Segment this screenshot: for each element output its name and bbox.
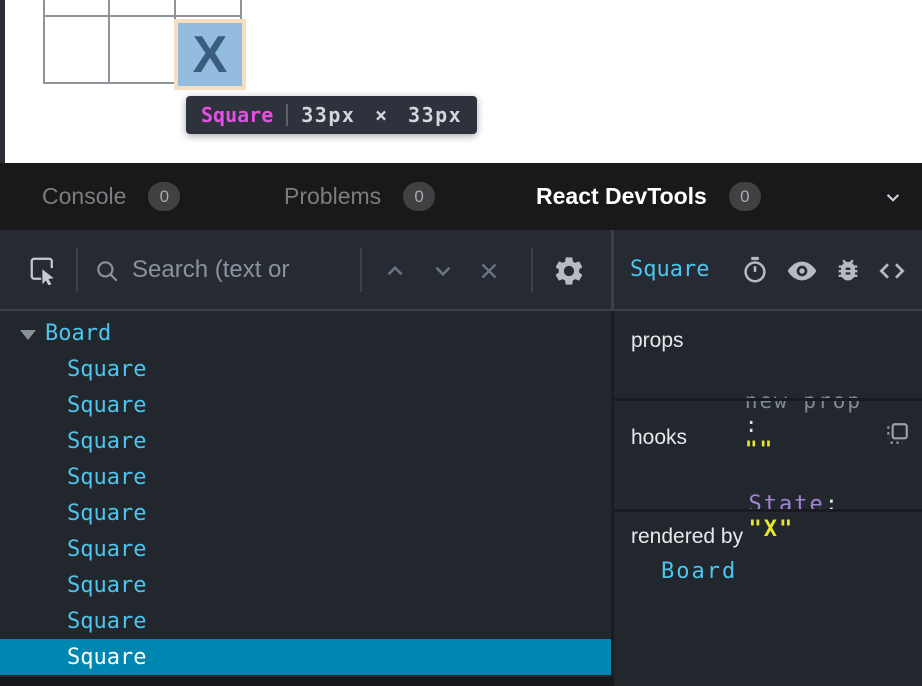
tooltip-divider [286, 104, 288, 126]
prop-colon: : [745, 413, 760, 437]
tree-item-label: Square [67, 645, 146, 670]
tab-problems[interactable]: Problems 0 [284, 163, 435, 230]
devtools-window: X Square 33px × 33px Console 0 Problems … [0, 0, 922, 686]
grid-line [43, 15, 242, 17]
react-devtools-toolbar: Square [0, 230, 922, 311]
suspend-stopwatch-icon[interactable] [740, 255, 770, 290]
view-source-code-icon[interactable] [876, 255, 908, 292]
section-divider [614, 398, 922, 401]
tree-item-label: Square [67, 501, 146, 526]
tooltip-component-name: Square [201, 103, 273, 127]
expander-triangle-icon[interactable] [20, 330, 36, 340]
tab-react-devtools[interactable]: React DevTools 0 [536, 163, 761, 230]
square-value: X [193, 29, 228, 81]
window-edge [0, 0, 5, 163]
tree-item-label: Square [67, 429, 146, 454]
inspect-dom-eye-icon[interactable] [786, 255, 818, 292]
tree-item-label: Square [67, 357, 146, 382]
tab-react-devtools-label: React DevTools [536, 183, 707, 210]
tree-item-square[interactable]: Square [0, 531, 611, 567]
grid-line [43, 0, 45, 84]
element-picker-icon[interactable] [28, 255, 58, 290]
tab-react-devtools-badge: 0 [729, 182, 761, 211]
tree-item-square[interactable]: Square [0, 387, 611, 423]
tree-item-board[interactable]: Board [0, 315, 611, 351]
inspected-page: X Square 33px × 33px [0, 0, 922, 163]
tree-item-label: Square [67, 537, 146, 562]
tree-item-label: Square [67, 573, 146, 598]
tree-item-label: Square [67, 393, 146, 418]
tree-scrollbar-track[interactable] [0, 677, 614, 686]
search-clear-icon[interactable] [476, 258, 502, 289]
props-section-title: props [631, 329, 684, 353]
log-to-console-bug-icon[interactable] [834, 256, 862, 289]
tab-console[interactable]: Console 0 [42, 163, 180, 230]
tab-console-badge: 0 [148, 182, 180, 211]
tree-item-square[interactable]: Square [0, 567, 611, 603]
tree-item-label: Board [45, 321, 111, 346]
search-next-icon[interactable] [430, 258, 456, 289]
prop-value-field[interactable]: "" [745, 437, 774, 461]
tree-item-square-selected[interactable]: Square [0, 639, 611, 675]
chevron-down-icon[interactable] [880, 184, 906, 215]
hooks-section-title: hooks [631, 426, 687, 450]
toolbar-divider [76, 248, 78, 292]
hook-row: State: "X" [657, 467, 870, 567]
tab-problems-label: Problems [284, 183, 381, 210]
prop-name-field[interactable]: new prop [745, 389, 862, 413]
parse-hook-names-icon[interactable] [884, 421, 910, 452]
tab-problems-badge: 0 [403, 182, 435, 211]
rendered-by-section-title: rendered by [631, 525, 743, 549]
tab-console-label: Console [42, 183, 126, 210]
tree-item-square[interactable]: Square [0, 459, 611, 495]
hook-name: State [748, 492, 824, 517]
inspect-tooltip: Square 33px × 33px [186, 96, 477, 134]
section-divider [614, 509, 922, 512]
rendered-by-link[interactable]: Board [661, 559, 737, 584]
tree-item-label: Square [67, 465, 146, 490]
settings-gear-icon[interactable] [552, 254, 586, 293]
search-icon [94, 258, 120, 289]
tree-item-square[interactable]: Square [0, 603, 611, 639]
panel-divider [611, 230, 614, 311]
grid-line [108, 0, 110, 84]
hook-value-field[interactable]: "X" [748, 517, 794, 542]
search-prev-icon[interactable] [382, 258, 408, 289]
toolbar-divider [531, 248, 533, 292]
tree-item-label: Square [67, 609, 146, 634]
search-input[interactable] [132, 252, 354, 288]
tree-item-square[interactable]: Square [0, 423, 611, 459]
tree-item-square[interactable]: Square [0, 351, 611, 387]
board-square-highlighted[interactable]: X [178, 23, 242, 86]
component-details-panel: props new prop : "" hooks State: "X" ren… [614, 311, 922, 686]
component-tree: Board Square Square Square Square Square… [0, 311, 611, 677]
devtools-tab-bar: Console 0 Problems 0 React DevTools 0 [0, 163, 922, 230]
selected-component-name: Square [630, 257, 709, 282]
toolbar-divider [360, 248, 362, 292]
tree-item-square[interactable]: Square [0, 495, 611, 531]
tooltip-dimensions: 33px × 33px [301, 103, 462, 127]
hook-colon: : [825, 492, 840, 517]
